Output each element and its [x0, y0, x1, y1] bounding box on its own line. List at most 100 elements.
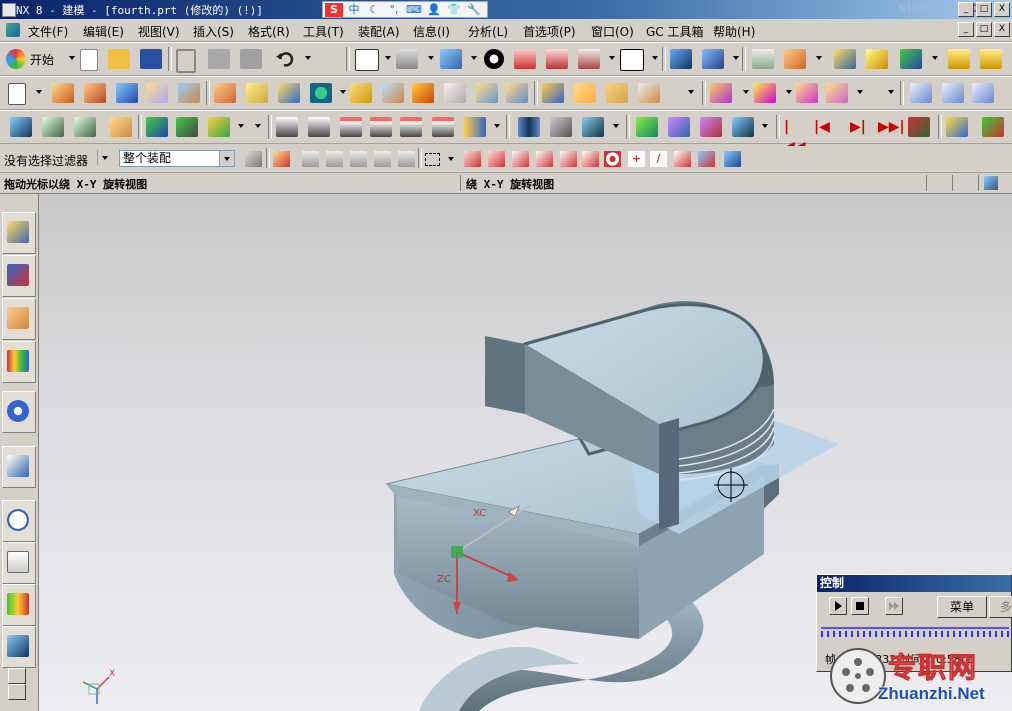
menu-preferences[interactable]: 首选项(P)	[523, 23, 576, 40]
lightning-icon[interactable]	[946, 117, 968, 137]
menu-gc-toolkit[interactable]: GC 工具箱	[646, 23, 704, 40]
sim-os-icon[interactable]	[370, 117, 392, 137]
step-forward-button[interactable]	[885, 597, 903, 615]
motion-table-icon[interactable]	[700, 117, 722, 137]
res-tab-assembly-navigator[interactable]	[2, 212, 36, 254]
snap-existing-point-icon[interactable]: +	[628, 151, 645, 167]
check-icon[interactable]	[636, 117, 658, 137]
ime-logo-icon[interactable]: S	[325, 2, 343, 17]
res-tab-process-studio[interactable]	[2, 542, 36, 584]
control-menu-button[interactable]: 菜单	[937, 596, 987, 618]
gear-icon[interactable]	[582, 117, 604, 137]
sim-oh-icon[interactable]	[432, 117, 454, 137]
hole-icon[interactable]	[146, 83, 168, 103]
start-button[interactable]: 开始	[6, 48, 54, 70]
clip-section-icon[interactable]	[578, 49, 600, 69]
sim-gh-icon[interactable]	[400, 117, 422, 137]
ime-tool-icon[interactable]: 🔧	[465, 3, 483, 17]
datum-point-icon[interactable]	[310, 83, 332, 103]
edit-section-icon[interactable]	[546, 49, 568, 69]
offset-icon[interactable]	[350, 83, 372, 103]
motion-joint-icon[interactable]	[668, 117, 690, 137]
resource-scroll-down[interactable]	[8, 684, 26, 700]
section-icon[interactable]	[514, 49, 536, 69]
wcs-orient-icon[interactable]	[702, 49, 724, 69]
layer-icon[interactable]	[752, 49, 774, 69]
pattern-icon[interactable]	[638, 83, 660, 103]
extrude-icon[interactable]	[52, 83, 74, 103]
datum-icon[interactable]	[278, 83, 300, 103]
chamfer-icon[interactable]	[412, 83, 434, 103]
paste-icon[interactable]	[240, 49, 262, 69]
ime-moon-icon[interactable]: ☾	[365, 3, 383, 17]
swept-icon[interactable]	[972, 83, 994, 103]
trim-body-icon[interactable]	[382, 83, 404, 103]
new-icon[interactable]	[80, 49, 98, 71]
rewind-start-icon[interactable]: |◀◀	[784, 117, 806, 155]
draft-icon[interactable]	[506, 83, 528, 103]
selection-scope-dropdown[interactable]: 整个装配	[119, 150, 235, 167]
cue-status-icon[interactable]	[984, 176, 998, 190]
ime-toolbar[interactable]: S 中 ☾ °, ⌨ 👤 👕 🔧	[322, 1, 488, 18]
assembly-component-icon[interactable]	[146, 117, 168, 137]
ime-keyboard-icon[interactable]: ⌨	[405, 3, 423, 17]
unite-icon[interactable]	[542, 83, 564, 103]
fit-view-icon[interactable]	[355, 49, 379, 71]
snap-enable-icon[interactable]	[464, 151, 481, 167]
sketch-new-icon[interactable]	[8, 83, 26, 105]
snap-3d-icon[interactable]	[724, 151, 741, 167]
doc-minimize-button[interactable]: _	[958, 22, 974, 37]
revolve-icon[interactable]	[84, 83, 106, 103]
boss-icon[interactable]	[178, 83, 200, 103]
snap-icon[interactable]	[834, 49, 856, 69]
ime-punct-icon[interactable]: °,	[385, 3, 403, 17]
cut-icon[interactable]	[176, 49, 196, 73]
wcs-icon[interactable]	[670, 49, 692, 69]
doc-restore-button[interactable]: □	[976, 22, 992, 37]
nx-doc-icon[interactable]	[6, 23, 20, 37]
point-icon[interactable]	[784, 49, 806, 69]
ime-user-icon[interactable]: 👤	[425, 3, 443, 17]
spring-icon[interactable]	[550, 117, 572, 137]
view-orient-icon[interactable]	[440, 49, 462, 69]
control-more-button[interactable]: 多	[989, 596, 1012, 618]
resource-scroll-up[interactable]	[8, 668, 26, 684]
general-select-icon[interactable]	[273, 151, 290, 167]
sim-chart-icon[interactable]	[464, 117, 486, 137]
stack-icon[interactable]	[42, 117, 64, 137]
snap-intersection-icon[interactable]	[560, 151, 577, 167]
menu-file[interactable]: 文件(F)	[28, 23, 68, 40]
select-feature-icon[interactable]	[302, 151, 319, 167]
explode-icon[interactable]	[208, 117, 230, 137]
undo-icon[interactable]	[274, 49, 296, 69]
angle-icon[interactable]	[980, 49, 1002, 69]
through-curves-icon[interactable]	[942, 83, 964, 103]
pad-icon[interactable]	[246, 83, 268, 103]
snap-point-on-curve-icon[interactable]: /	[650, 151, 667, 167]
play-button[interactable]	[829, 597, 847, 615]
table-icon[interactable]	[74, 117, 96, 137]
replace-face-icon[interactable]	[826, 83, 848, 103]
select-component-icon[interactable]	[398, 151, 415, 167]
res-tab-internet-explorer[interactable]	[2, 391, 36, 433]
shell-icon[interactable]	[444, 83, 466, 103]
measure-icon[interactable]	[948, 49, 970, 69]
snap-end-point-icon[interactable]	[488, 151, 505, 167]
snap-bounded-grid-icon[interactable]	[698, 151, 715, 167]
res-tab-reuse-library[interactable]	[2, 341, 36, 383]
move-face-icon[interactable]	[754, 83, 776, 103]
rectangle-select-icon[interactable]	[425, 153, 440, 166]
sim-gs-icon[interactable]	[340, 117, 362, 137]
render-style-icon[interactable]	[396, 49, 418, 69]
assembly-icon[interactable]	[900, 49, 922, 69]
select-face-icon[interactable]	[350, 151, 367, 167]
sketch-icon[interactable]	[866, 49, 888, 69]
background-icon[interactable]	[484, 49, 504, 69]
stop-button[interactable]	[851, 597, 869, 615]
menu-insert[interactable]: 插入(S)	[193, 23, 234, 40]
type-filter-dropdown[interactable]	[96, 150, 112, 167]
minimize-button[interactable]: _	[958, 2, 974, 17]
select-edge-icon[interactable]	[374, 151, 391, 167]
snap-point-on-face-icon[interactable]	[674, 151, 691, 167]
side-wall[interactable]	[485, 336, 525, 414]
